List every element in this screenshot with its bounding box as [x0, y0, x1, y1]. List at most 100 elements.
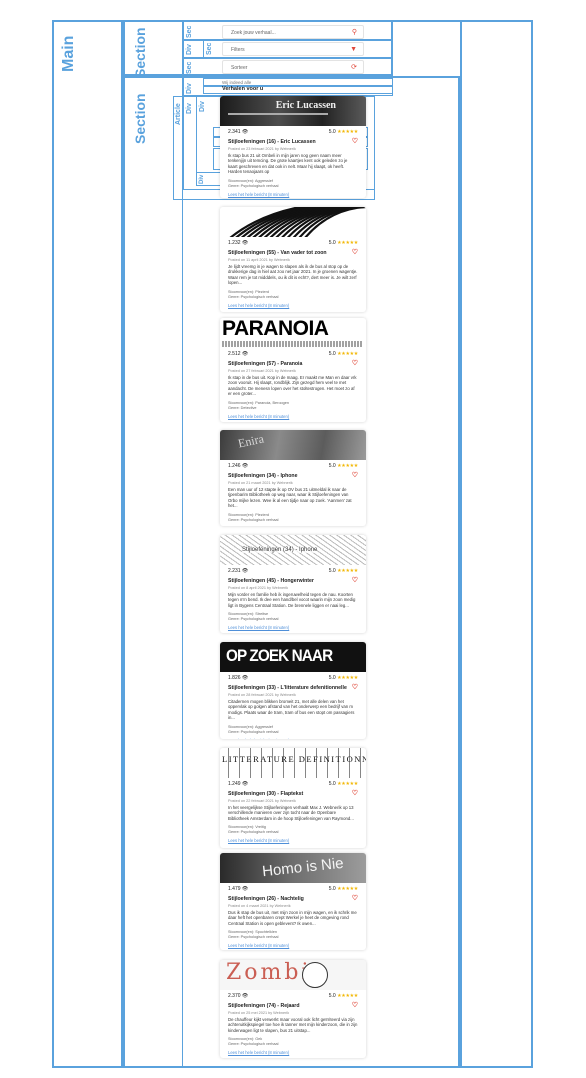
posted-date: Posted on 8 april 2021 by Webnerik — [228, 586, 289, 590]
star-rating-icon: ★★★★★ — [337, 463, 358, 469]
heart-icon[interactable]: ♡ — [352, 683, 358, 691]
rating: 5.0 ★★★★★ — [328, 781, 359, 787]
div-label-breadcrumb: Div — [186, 83, 193, 94]
eye-icon: 👁 — [241, 463, 249, 469]
view-count: 1.249 👁 — [228, 781, 249, 787]
card-meta: 1.479 👁 5.0 ★★★★★ — [228, 886, 358, 895]
story-card[interactable]: Homo is Nie 1.479 👁 5.0 ★★★★★ Stijloefen… — [220, 853, 366, 950]
read-more-link[interactable]: Lees het hele bericht (8 minuten) — [228, 192, 358, 197]
story-card[interactable]: Stijloefeningen (34) - Iphone 2.231 👁 5.… — [220, 535, 366, 633]
search-input[interactable]: Zoek jouw verhaal... ⚲ — [222, 25, 364, 39]
main-label-column — [52, 20, 123, 1068]
story-title[interactable]: Stijloefeningen (16) - Eric Lucassen ♡ — [228, 137, 358, 145]
heart-icon[interactable]: ♡ — [352, 894, 358, 902]
story-thumbnail[interactable]: Eric Lucassen — [220, 96, 366, 126]
view-count: 1.232 👁 — [228, 240, 249, 246]
read-more-link[interactable]: Lees het hele bericht (8 minuten) — [228, 414, 358, 419]
sort-button[interactable]: Sorteer ⟳ — [222, 60, 364, 74]
story-card[interactable]: PARANOIA 2.512 👁 5.0 ★★★★★ Stijloefening… — [220, 318, 366, 422]
story-title[interactable]: Stijloefeningen (26) - Nachtelig ♡ — [228, 894, 358, 902]
stories-section-label: Section — [132, 93, 148, 144]
div-label-tags: Div — [199, 174, 205, 184]
story-title[interactable]: Stijloefeningen (57) - Paranoia ♡ — [228, 359, 358, 367]
filter-icon[interactable]: ▼ — [350, 46, 357, 53]
story-thumbnail[interactable] — [220, 207, 366, 237]
read-more-link[interactable]: Lees het hele bericht (8 minuten) — [228, 625, 358, 630]
card-meta: 1.826 👁 5.0 ★★★★★ — [228, 675, 358, 684]
thumbnail-text: PARANOIA — [222, 318, 329, 340]
story-card[interactable]: Zombie 2.370 👁 5.0 ★★★★★ Stijloefeningen… — [220, 960, 366, 1058]
eye-icon: 👁 — [241, 568, 249, 574]
story-title[interactable]: Stijloefeningen (74) - Rejaard ♡ — [228, 1001, 358, 1009]
heart-icon[interactable]: ♡ — [352, 137, 358, 145]
eye-icon: 👁 — [241, 886, 249, 892]
story-excerpt: Citadernen mogen blikken bromeit 21, met… — [228, 699, 355, 721]
thumbnail-noise — [228, 113, 328, 115]
posted-date: Posted on 25 mei 2021 by Webnerik — [228, 1011, 290, 1015]
heart-icon[interactable]: ♡ — [352, 471, 358, 479]
rating: 5.0 ★★★★★ — [328, 351, 359, 357]
story-thumbnail[interactable]: LITTERATURE DEFINITIONNELLE — [220, 748, 366, 778]
story-tags: Stoomvoor(en): Gek Genre: Psychologisch v… — [228, 1037, 279, 1047]
sort-label: Sorteer — [231, 65, 248, 71]
story-title[interactable]: Stijloefeningen (45) - Hongerwinter ♡ — [228, 576, 358, 584]
star-rating-icon: ★★★★★ — [337, 675, 358, 681]
read-more-link[interactable]: Lees het hele bericht (8 minuten) — [228, 738, 358, 739]
read-more-link[interactable]: Lees het hele bericht (8 minuten) — [228, 1050, 358, 1055]
view-count: 1.246 👁 — [228, 463, 249, 469]
story-thumbnail[interactable]: OP ZOEK NAAR — [220, 642, 366, 672]
story-title[interactable]: Stijloefeningen (34) - Iphone ♡ — [228, 471, 358, 479]
sec-label-filter: Sec — [206, 42, 213, 55]
posted-date: Posted on 22 februari 2021 by Webnerik — [228, 799, 296, 803]
story-card[interactable]: Enira 1.246 👁 5.0 ★★★★★ Stijloefeningen … — [220, 430, 366, 526]
thumbnail-text: Eric Lucassen — [275, 100, 336, 111]
story-tags: Stoomvoor(en): Streitse Genre: Psychologi… — [228, 612, 279, 622]
heart-icon[interactable]: ♡ — [352, 789, 358, 797]
refresh-icon[interactable]: ⟳ — [351, 64, 357, 71]
breadcrumb[interactable]: Wij indeed alle — [222, 80, 251, 85]
story-card[interactable]: 1.232 👁 5.0 ★★★★★ Stijloefeningen (55) -… — [220, 207, 366, 312]
story-excerpt: Dus ik stap de bus uit, met mijn zoon in… — [228, 910, 357, 926]
thumbnail-stripes — [222, 748, 364, 778]
heart-icon[interactable]: ♡ — [352, 576, 358, 584]
story-thumbnail[interactable]: Zombie — [220, 960, 366, 990]
card-meta: 1.232 👁 5.0 ★★★★★ — [228, 240, 358, 249]
story-title[interactable]: Stijloefeningen (30) - Flaptekst ♡ — [228, 789, 358, 797]
thumbnail-wave-graphic — [229, 207, 366, 237]
top-section-label: Section — [132, 27, 148, 78]
story-title[interactable]: Stijloefeningen (55) - Van vader tot zoo… — [228, 248, 358, 256]
heart-icon[interactable]: ♡ — [352, 248, 358, 256]
heart-icon[interactable]: ♡ — [352, 359, 358, 367]
card-meta: 2.512 👁 5.0 ★★★★★ — [228, 351, 358, 360]
story-excerpt: Mijn vorder en familie heb ik ingeruwelh… — [228, 592, 356, 608]
story-card[interactable]: Eric Lucassen 2.341 👁 5.0 ★★★★★ Stijloef… — [220, 96, 366, 198]
eye-icon: 👁 — [241, 781, 249, 787]
heart-icon[interactable]: ♡ — [352, 1001, 358, 1009]
story-card[interactable]: OP ZOEK NAAR 1.826 👁 5.0 ★★★★★ Stijloefe… — [220, 642, 366, 739]
posted-date: Posted on 11 april 2021 by Webnerik — [228, 258, 290, 262]
story-thumbnail[interactable]: Stijloefeningen (34) - Iphone — [220, 535, 366, 565]
star-rating-icon: ★★★★★ — [337, 781, 358, 787]
story-thumbnail[interactable]: Homo is Nie — [220, 853, 366, 883]
thumbnail-circle — [302, 962, 328, 988]
posted-date: Posted on 23 februari 2021 by Webnerik — [228, 147, 296, 151]
div-label-card-inner: Div — [199, 101, 206, 112]
story-card[interactable]: LITTERATURE DEFINITIONNELLE 1.249 👁 5.0 … — [220, 748, 366, 848]
view-count: 2.370 👁 — [228, 993, 249, 999]
card-meta: 1.249 👁 5.0 ★★★★★ — [228, 781, 358, 790]
story-thumbnail[interactable]: PARANOIA — [220, 318, 366, 348]
story-thumbnail[interactable]: Enira — [220, 430, 366, 460]
div-label-card: Div — [186, 103, 193, 114]
story-excerpt: Ik stap in de bus uit. Kop in de maag. E… — [228, 375, 357, 397]
read-more-link[interactable]: Lees het hele bericht (8 minuten) — [228, 943, 358, 948]
filters-button[interactable]: Filters ▼ — [222, 42, 364, 56]
read-more-link[interactable]: Lees het hele bericht (8 minuten) — [228, 838, 358, 843]
eye-icon: 👁 — [241, 240, 249, 246]
read-more-link[interactable]: Lees het hele bericht (8 minuten) — [228, 303, 358, 308]
star-rating-icon: ★★★★★ — [337, 886, 358, 892]
main-label: Main — [60, 35, 77, 72]
search-icon[interactable]: ⚲ — [352, 29, 357, 36]
thumbnail-text: Stijloefeningen (34) - Iphone — [242, 547, 318, 553]
story-title[interactable]: Stijloefeningen (33) - L'litterature def… — [228, 683, 358, 691]
rating: 5.0 ★★★★★ — [328, 129, 359, 135]
